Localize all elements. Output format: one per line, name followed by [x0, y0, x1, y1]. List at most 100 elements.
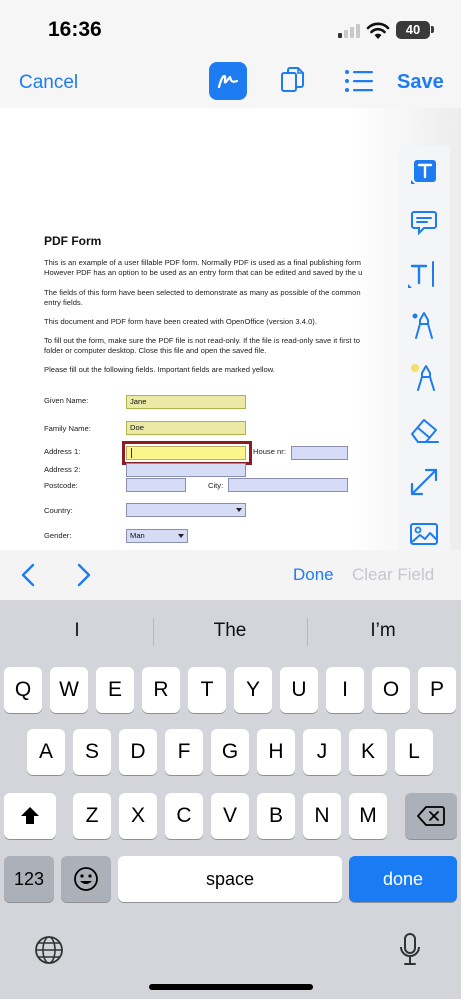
annotation-tool-rail [398, 146, 450, 550]
key-n[interactable]: N [303, 793, 341, 839]
pen-tool[interactable] [406, 308, 442, 344]
key-e[interactable]: E [96, 667, 134, 713]
eraser-tool[interactable] [406, 412, 442, 448]
arrow-icon [410, 468, 438, 496]
done-key[interactable]: done [349, 856, 457, 902]
postcode-field[interactable] [126, 478, 186, 492]
globe-icon[interactable] [33, 934, 65, 966]
pdf-paragraph: Please fill out the following fields. Im… [44, 365, 275, 374]
cellular-signal-icon [338, 24, 362, 38]
next-field-chevron-right-icon[interactable] [68, 560, 98, 590]
signature-icon [217, 74, 239, 89]
text-box-tool[interactable] [406, 154, 442, 190]
gender-label: Gender: [44, 531, 72, 540]
space-key[interactable]: space [118, 856, 342, 902]
pdf-paragraph: This document and PDF form have been cre… [44, 317, 317, 326]
key-y[interactable]: Y [234, 667, 272, 713]
suggestion-3[interactable]: I’m [308, 620, 458, 642]
signature-tool-button[interactable] [209, 62, 247, 100]
pdf-paragraph: To fill out the form, make sure the PDF … [44, 336, 360, 345]
house-nr-field[interactable] [291, 446, 348, 460]
pen-icon [412, 312, 433, 339]
address1-label: Address 1: [44, 447, 81, 456]
numbers-key[interactable]: 123 [4, 856, 54, 902]
status-time: 16:36 [48, 18, 102, 41]
pdf-paragraph: folder or computer desktop. Close this f… [44, 346, 267, 355]
key-x[interactable]: X [119, 793, 157, 839]
status-bar: 16:36 40 [0, 0, 461, 60]
key-s[interactable]: S [73, 729, 111, 775]
suggestion-1[interactable]: I [2, 620, 152, 642]
family-name-field[interactable]: Doe [126, 421, 246, 435]
comment-tool[interactable] [406, 204, 442, 240]
save-button[interactable]: Save [397, 71, 444, 94]
microphone-icon[interactable] [398, 932, 422, 968]
suggestion-divider [153, 618, 154, 646]
key-t[interactable]: T [188, 667, 226, 713]
gender-dropdown[interactable]: Man [126, 529, 188, 543]
top-toolbar: Cancel Save [0, 60, 461, 108]
text-insert-tool[interactable] [406, 256, 442, 292]
suggestion-2[interactable]: The [155, 620, 305, 642]
pdf-title: PDF Form [44, 234, 102, 248]
key-l[interactable]: L [395, 729, 433, 775]
highlighter-icon [411, 364, 435, 391]
country-dropdown[interactable] [126, 503, 246, 517]
key-k[interactable]: K [349, 729, 387, 775]
shift-key[interactable] [4, 793, 56, 839]
key-z[interactable]: Z [73, 793, 111, 839]
cancel-button[interactable]: Cancel [19, 72, 78, 94]
comment-icon [411, 211, 437, 236]
family-name-label: Family Name: [44, 424, 91, 433]
key-u[interactable]: U [280, 667, 318, 713]
on-screen-keyboard: I The I’m Q W E R T Y U I O P A S D F G … [0, 600, 461, 999]
key-o[interactable]: O [372, 667, 410, 713]
previous-field-chevron-left-icon[interactable] [14, 560, 44, 590]
highlighter-tool[interactable] [406, 360, 442, 396]
city-label: City: [208, 481, 224, 490]
key-g[interactable]: G [211, 729, 249, 775]
pdf-paragraph: This is an example of a user fillable PD… [44, 258, 361, 267]
text-box-icon [411, 160, 436, 184]
key-p[interactable]: P [418, 667, 456, 713]
clear-field-button[interactable]: Clear Field [352, 565, 434, 585]
image-icon [410, 523, 438, 545]
key-d[interactable]: D [119, 729, 157, 775]
dropdown-arrow-icon [236, 508, 242, 512]
image-tool[interactable] [406, 516, 442, 550]
eraser-icon [411, 419, 439, 443]
emoji-icon [74, 867, 98, 891]
done-button[interactable]: Done [293, 565, 334, 585]
key-b[interactable]: B [257, 793, 295, 839]
arrow-tool[interactable] [406, 464, 442, 500]
delete-key[interactable] [405, 793, 457, 839]
backspace-icon [417, 806, 445, 826]
home-indicator[interactable] [149, 984, 313, 990]
key-a[interactable]: A [27, 729, 65, 775]
dropdown-arrow-icon [178, 534, 184, 538]
battery-indicator: 40 [396, 21, 430, 39]
key-h[interactable]: H [257, 729, 295, 775]
key-c[interactable]: C [165, 793, 203, 839]
given-name-label: Given Name: [44, 396, 89, 405]
address2-label: Address 2: [44, 465, 81, 474]
key-j[interactable]: J [303, 729, 341, 775]
form-field-navigation-bar: Done Clear Field [0, 550, 461, 600]
address2-field[interactable] [126, 463, 246, 477]
pages-icon[interactable] [280, 66, 306, 96]
postcode-label: Postcode: [44, 481, 78, 490]
pdf-document-view[interactable]: PDF Form This is an example of a user fi… [0, 108, 461, 550]
key-w[interactable]: W [50, 667, 88, 713]
emoji-key[interactable] [61, 856, 111, 902]
given-name-field[interactable]: Jane [126, 395, 246, 409]
outline-list-icon[interactable] [344, 68, 374, 94]
gender-value: Man [130, 531, 145, 540]
key-f[interactable]: F [165, 729, 203, 775]
city-field[interactable] [228, 478, 348, 492]
key-i[interactable]: I [326, 667, 364, 713]
country-label: Country: [44, 506, 73, 515]
key-m[interactable]: M [349, 793, 387, 839]
key-v[interactable]: V [211, 793, 249, 839]
key-r[interactable]: R [142, 667, 180, 713]
key-q[interactable]: Q [4, 667, 42, 713]
